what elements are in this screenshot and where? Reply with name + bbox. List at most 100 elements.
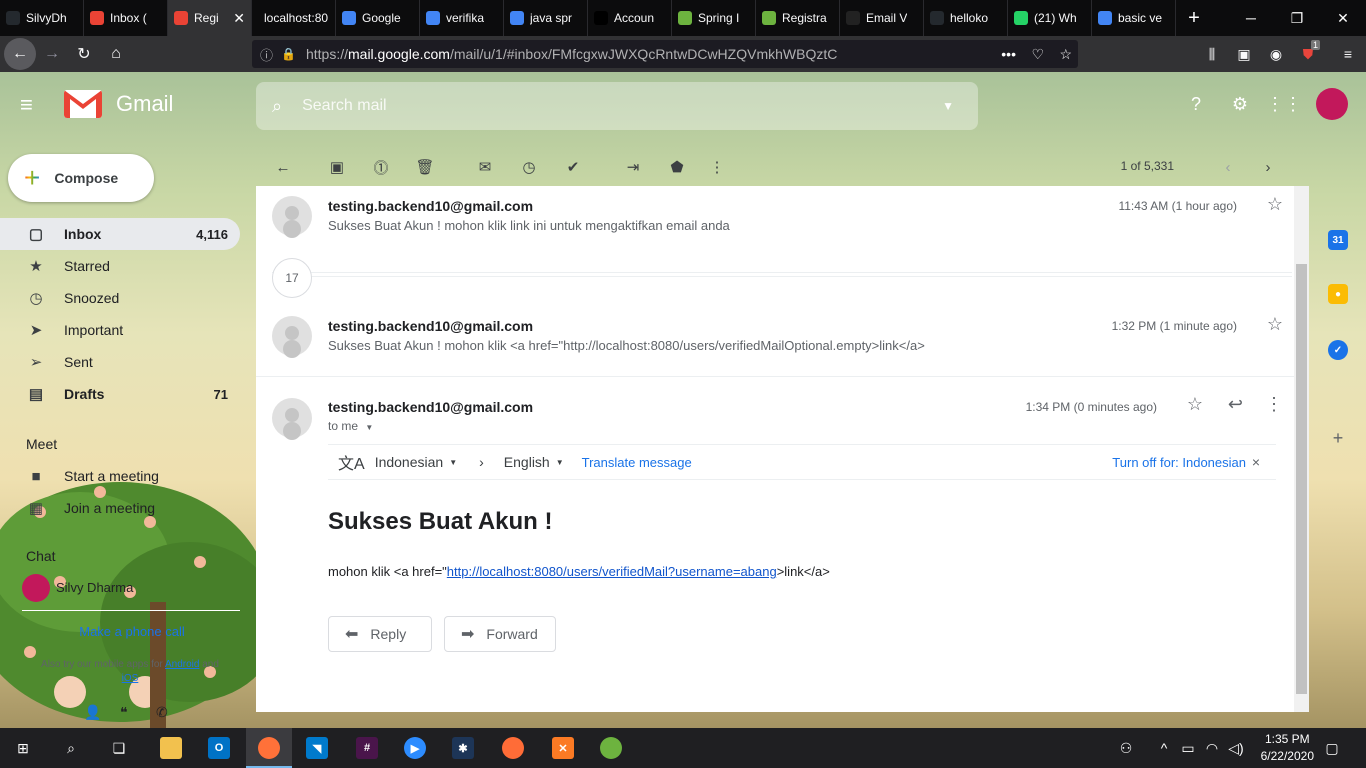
message-snippet[interactable]: Sukses Buat Akun ! mohon klik link ini u… — [328, 218, 730, 233]
browser-tab[interactable]: verifika — [420, 0, 504, 36]
nav-item-snoozed[interactable]: ◷ Snoozed — [0, 282, 240, 314]
gmail-logo[interactable]: Gmail — [64, 90, 173, 118]
message-sender[interactable]: testing.backend10@gmail.com — [328, 399, 533, 415]
message-snippet[interactable]: Sukses Buat Akun ! mohon klik <a href="h… — [328, 338, 925, 353]
apps-grid-icon[interactable]: ⋮⋮ — [1266, 92, 1302, 116]
browser-tab[interactable]: Accoun — [588, 0, 672, 36]
star-icon[interactable]: ☆ — [1267, 194, 1283, 215]
chat-user-name[interactable]: Silvy Dharma — [56, 580, 133, 595]
nav-item-drafts[interactable]: ▤ Drafts 71 — [0, 378, 240, 410]
sender-avatar[interactable] — [272, 196, 312, 236]
battery-icon[interactable]: ▭ — [1176, 728, 1200, 768]
close-translate-icon[interactable]: × — [1252, 454, 1260, 470]
phone-call-link[interactable]: Make a phone call — [0, 624, 264, 639]
target-language-dropdown-icon[interactable]: ▼ — [556, 458, 564, 467]
task-view-icon[interactable]: ❏ — [96, 728, 142, 768]
collapsed-messages-count[interactable]: 17 — [272, 258, 312, 298]
browser-tab[interactable]: SilvyDh — [0, 0, 84, 36]
browser-tab[interactable]: Spring I — [672, 0, 756, 36]
android-link[interactable]: Android — [165, 659, 199, 670]
url-bar[interactable]: ⓘ 🔒 https:// mail.google.com /mail/u/1/#… — [252, 40, 1078, 68]
window-close-icon[interactable]: ✕ — [1320, 0, 1366, 36]
archive-icon[interactable]: ▣ — [322, 152, 352, 182]
maximize-icon[interactable]: ❐ — [1274, 0, 1320, 36]
browser-tab[interactable]: basic ve — [1092, 0, 1176, 36]
system-clock[interactable]: 1:35 PM 6/22/2020 — [1261, 731, 1314, 765]
page-actions-icon[interactable]: ••• — [1001, 46, 1016, 62]
browser-tab[interactable]: localhost:80 — [252, 0, 336, 36]
vscode-icon[interactable]: ◥ — [294, 728, 340, 768]
bookmark-star-icon[interactable]: ☆ — [1059, 46, 1072, 63]
phone-icon[interactable]: ✆ — [156, 704, 168, 721]
pocket-icon[interactable]: ♡ — [1031, 46, 1044, 63]
help-icon[interactable]: ? — [1184, 92, 1208, 116]
taskbar-search-icon[interactable]: ⌕ — [48, 728, 94, 768]
reply-button[interactable]: ⬅ Reply — [328, 616, 432, 652]
search-input[interactable]: Search mail — [302, 97, 386, 115]
file-explorer-icon[interactable] — [148, 728, 194, 768]
keep-icon[interactable]: ● — [1328, 284, 1348, 304]
sender-avatar[interactable] — [272, 316, 312, 356]
nav-item-important[interactable]: ➤ Important — [0, 314, 240, 346]
account-icon[interactable]: ◉ — [1260, 36, 1292, 72]
tab-close-icon[interactable]: ✕ — [233, 10, 245, 27]
tasks-icon[interactable]: ✓ — [1328, 340, 1348, 360]
network-tool-icon[interactable]: ✱ — [440, 728, 486, 768]
compose-button[interactable]: + Compose — [8, 154, 154, 202]
mark-unread-icon[interactable]: ✉ — [470, 152, 500, 182]
contacts-icon[interactable]: 👤 — [84, 704, 101, 721]
xampp-icon[interactable]: ✕ — [540, 728, 586, 768]
browser-tab[interactable]: Google — [336, 0, 420, 36]
notifications-icon[interactable]: ▢ — [1312, 728, 1352, 768]
browser-tab[interactable]: Email V — [840, 0, 924, 36]
delete-icon[interactable]: 🗑 — [410, 152, 440, 182]
meet-item[interactable]: ■ Start a meeting — [0, 460, 240, 492]
back-icon[interactable]: ← — [4, 38, 36, 70]
browser-tab[interactable]: Inbox ( — [84, 0, 168, 36]
postman-icon[interactable] — [490, 728, 536, 768]
browser-tab[interactable]: Registra — [756, 0, 840, 36]
message-sender[interactable]: testing.backend10@gmail.com — [328, 318, 533, 334]
move-to-icon[interactable]: ⇥ — [618, 152, 648, 182]
zoom-icon[interactable]: ▶ — [392, 728, 438, 768]
hangouts-icon[interactable]: ❝ — [120, 704, 128, 721]
scrollbar-thumb[interactable] — [1296, 264, 1307, 694]
message-sender[interactable]: testing.backend10@gmail.com — [328, 198, 533, 214]
menu-icon[interactable]: ≡ — [1332, 36, 1364, 72]
calendar-icon[interactable]: 31 — [1328, 230, 1348, 250]
source-language-dropdown-icon[interactable]: ▼ — [449, 458, 457, 467]
search-icon[interactable]: ⌕ — [272, 96, 282, 117]
older-icon[interactable]: › — [1253, 152, 1283, 182]
info-icon[interactable]: ⓘ — [260, 45, 273, 64]
volume-icon[interactable]: ◁) — [1224, 728, 1248, 768]
main-menu-icon[interactable]: ≡ — [20, 92, 52, 117]
target-language[interactable]: English — [504, 454, 550, 470]
home-icon[interactable]: ⌂ — [100, 38, 132, 70]
label-icon[interactable]: ⬟ — [662, 152, 692, 182]
recipient-toggle[interactable]: to me ▼ — [328, 419, 373, 433]
report-spam-icon[interactable]: ⓵ — [366, 152, 396, 182]
nav-item-starred[interactable]: ★ Starred — [0, 250, 240, 282]
add-task-icon[interactable]: ✔ — [558, 152, 588, 182]
more-options-icon[interactable]: ⋮ — [1265, 394, 1283, 415]
sidebar-toggle-icon[interactable]: ▣ — [1228, 36, 1260, 72]
forward-button[interactable]: ➡ Forward — [444, 616, 556, 652]
reply-icon[interactable]: ↩ — [1228, 394, 1243, 415]
recipient-dropdown-icon[interactable]: ▼ — [365, 423, 373, 432]
slack-icon[interactable]: # — [344, 728, 390, 768]
windows-start-icon[interactable]: ⊞ — [0, 728, 46, 768]
spring-tool-icon[interactable] — [588, 728, 634, 768]
star-icon[interactable]: ☆ — [1267, 314, 1283, 335]
library-icon[interactable]: ⫼ — [1196, 36, 1228, 72]
profile-avatar[interactable] — [1316, 88, 1348, 120]
back-to-inbox-icon[interactable]: ← — [268, 152, 298, 182]
more-icon[interactable]: ⋮ — [702, 152, 732, 182]
translate-message-link[interactable]: Translate message — [582, 455, 692, 470]
wifi-icon[interactable]: ◠ — [1200, 728, 1224, 768]
browser-tab[interactable]: (21) Wh — [1008, 0, 1092, 36]
newer-icon[interactable]: ‹ — [1213, 152, 1243, 182]
verify-link[interactable]: http://localhost:8080/users/verifiedMail… — [447, 564, 777, 579]
forward-icon[interactable]: → — [36, 38, 68, 70]
scrollbar[interactable] — [1294, 186, 1309, 712]
browser-tab[interactable]: helloko — [924, 0, 1008, 36]
